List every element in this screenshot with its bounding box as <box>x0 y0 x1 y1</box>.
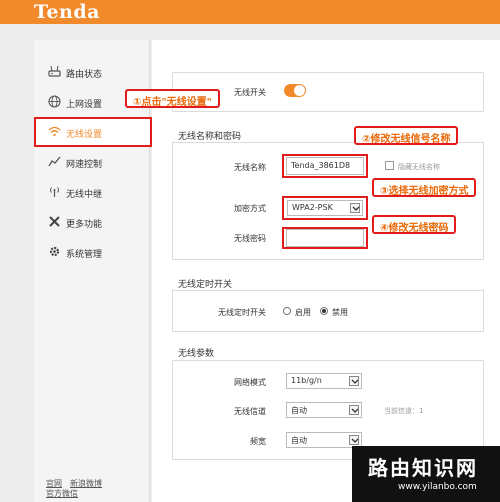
password-input[interactable] <box>286 229 364 247</box>
chevron-down-icon <box>350 203 360 213</box>
sidebar-item-label: 上网设置 <box>66 100 103 110</box>
speed-chart-icon <box>48 155 61 168</box>
wireless-switch-toggle[interactable] <box>284 84 306 97</box>
schedule-disable-radio[interactable] <box>320 307 328 315</box>
footer-link-wechat[interactable]: 官方微信 <box>46 489 78 498</box>
channel-select[interactable]: 自动 <box>286 402 362 418</box>
chevron-down-icon <box>349 435 359 445</box>
schedule-section-title: 无线定时开关 <box>178 280 233 290</box>
sidebar-nav: 路由状态 上网设置 网速控制 无线中继 更多功能 系统管理 <box>34 40 150 502</box>
schedule-label: 无线定时开关 <box>218 308 266 317</box>
toggle-knob <box>294 85 305 96</box>
sidebar-item-router-status[interactable]: 路由状态 <box>34 58 150 86</box>
schedule-disable-label: 禁用 <box>332 308 348 317</box>
annotation-step3: ③选择无线加密方式 <box>372 178 477 197</box>
ssid-input[interactable]: Tenda_3861D8 <box>286 157 364 175</box>
tools-icon <box>48 215 61 228</box>
sidebar-item-label: 更多功能 <box>66 220 103 230</box>
wifi-icon <box>48 125 61 138</box>
ssid-label: 无线名称 <box>234 163 266 172</box>
hide-ssid-label: 隐藏无线名称 <box>398 163 440 171</box>
watermark-title: 路由知识网 <box>368 456 478 480</box>
ssid-section-title: 无线名称和密码 <box>178 132 242 142</box>
footer-link-website[interactable]: 官网 <box>46 479 62 488</box>
repeater-icon <box>48 185 61 198</box>
annotation-step1: ①点击"无线设置" <box>125 89 220 108</box>
router-icon <box>48 65 61 78</box>
site-watermark: 路由知识网 www.yilanbo.com <box>352 446 500 502</box>
mode-select-value: 11b/g/n <box>291 376 322 385</box>
top-header: Tenda <box>0 0 500 24</box>
encryption-select[interactable]: WPA2-PSK <box>287 200 363 216</box>
sidebar-item-label: 网速控制 <box>66 160 103 170</box>
footer-link-weibo[interactable]: 新浪微博 <box>70 479 102 488</box>
chevron-down-icon <box>349 376 359 386</box>
channel-select-value: 自动 <box>291 406 307 415</box>
gear-icon <box>48 245 61 258</box>
sidebar-item-label: 路由状态 <box>66 70 103 80</box>
sidebar-item-system-management[interactable]: 系统管理 <box>34 238 150 266</box>
bandwidth-label: 频宽 <box>250 437 266 446</box>
annotation-step4: ④修改无线密码 <box>372 215 457 234</box>
sidebar-item-more-features[interactable]: 更多功能 <box>34 208 150 236</box>
watermark-url: www.yilanbo.com <box>398 482 477 492</box>
password-label: 无线密码 <box>234 234 266 243</box>
sidebar-item-label: 无线设置 <box>66 130 103 140</box>
footer-links: 官网 新浪微博 官方微信 <box>46 479 110 499</box>
sidebar-item-bandwidth-control[interactable]: 网速控制 <box>34 148 150 176</box>
sidebar-item-label: 无线中继 <box>66 190 103 200</box>
bandwidth-select-value: 自动 <box>291 436 307 445</box>
mode-label: 网络模式 <box>234 378 266 387</box>
channel-label: 无线信道 <box>234 407 266 416</box>
params-section-title: 无线参数 <box>178 349 215 359</box>
sidebar-item-label: 系统管理 <box>66 250 103 260</box>
encryption-select-value: WPA2-PSK <box>292 203 333 212</box>
tenda-logo: Tenda <box>34 1 100 23</box>
globe-icon <box>48 95 61 108</box>
schedule-enable-label: 启用 <box>295 308 311 317</box>
chevron-down-icon <box>349 405 359 415</box>
sidebar-item-wireless-repeater[interactable]: 无线中继 <box>34 178 150 206</box>
bandwidth-select[interactable]: 自动 <box>286 432 362 448</box>
hide-ssid-checkbox[interactable] <box>385 161 394 170</box>
sidebar-item-wireless-settings[interactable]: 无线设置 <box>34 117 152 147</box>
current-channel-hint: 当前信道：1 <box>384 407 424 415</box>
annotation-step2: ②修改无线信号名称 <box>354 126 459 145</box>
schedule-enable-radio[interactable] <box>283 307 291 315</box>
mode-select[interactable]: 11b/g/n <box>286 373 362 389</box>
encryption-label: 加密方式 <box>234 204 266 213</box>
